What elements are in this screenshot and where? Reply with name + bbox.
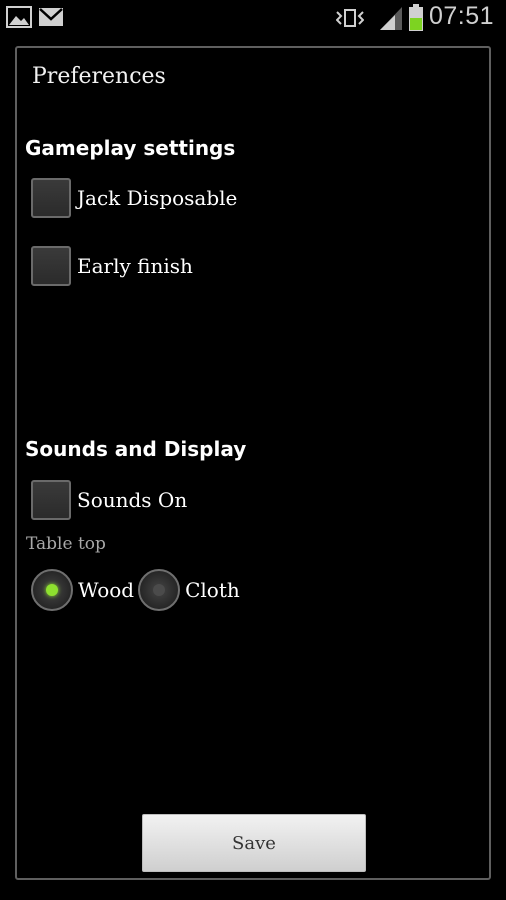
signal-icon (378, 5, 404, 35)
status-time: 07:51 (428, 2, 494, 30)
jack-disposable-label: Jack Disposable (77, 186, 238, 210)
sounds-on-checkbox[interactable] (31, 480, 71, 520)
table-top-label: Table top (26, 534, 106, 554)
cloth-radio[interactable] (138, 569, 181, 611)
cloth-option[interactable]: Cloth (138, 569, 240, 611)
wood-label: Wood (78, 578, 135, 602)
save-button[interactable]: Save (142, 814, 366, 872)
dialog-title: Preferences (32, 64, 166, 89)
table-top-radio-group: Wood Cloth (31, 568, 244, 612)
wood-radio[interactable] (31, 569, 73, 611)
cloth-label: Cloth (185, 578, 240, 602)
early-finish-option[interactable]: Early finish (31, 244, 193, 288)
sounds-on-label: Sounds On (77, 488, 188, 512)
sounds-display-section-header: Sounds and Display (25, 437, 247, 461)
mail-icon (38, 6, 64, 32)
radio-unselected-dot (153, 584, 166, 596)
jack-disposable-checkbox[interactable] (31, 178, 71, 218)
early-finish-label: Early finish (77, 254, 193, 278)
jack-disposable-option[interactable]: Jack Disposable (31, 176, 237, 220)
status-bar: 07:51 (0, 0, 506, 36)
early-finish-checkbox[interactable] (31, 246, 71, 286)
wood-option[interactable]: Wood (31, 569, 134, 611)
sounds-on-option[interactable]: Sounds On (31, 478, 187, 522)
radio-selected-dot (46, 584, 58, 596)
vibrate-icon (335, 8, 365, 32)
battery-icon (408, 4, 424, 36)
preferences-dialog: Preferences Gameplay settings Jack Dispo… (15, 46, 491, 880)
picture-icon (6, 6, 32, 32)
gameplay-section-header: Gameplay settings (25, 136, 236, 160)
